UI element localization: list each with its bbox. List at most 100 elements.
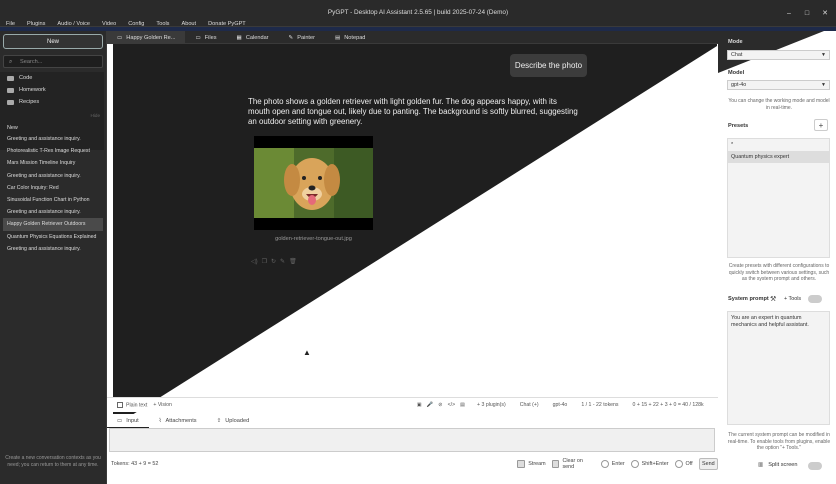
chat-output: Describe the photo The photo shows a gol… <box>113 44 717 427</box>
copy-icon[interactable]: ❐ <box>262 258 267 265</box>
mic-icon[interactable]: 🎤 <box>427 402 433 408</box>
folder-icon <box>7 87 14 93</box>
list-item[interactable]: Car Color Inquiry: Red <box>3 182 103 194</box>
context-sidebar: New ⌕ Search... Code Homework Recipes Hi… <box>0 31 107 484</box>
regenerate-icon[interactable]: ↻ <box>271 258 276 265</box>
minimize-icon[interactable]: – <box>784 8 794 18</box>
clear-on-send-checkbox[interactable]: Clear on send <box>551 458 595 470</box>
model-label: Model <box>728 70 745 76</box>
edit-icon[interactable]: ✎ <box>280 258 285 265</box>
tab-files[interactable]: ▭ Files <box>185 31 226 44</box>
camera-icon[interactable]: ▣ <box>417 402 422 408</box>
conversation-list: Greeting and assistance inquiry. Photore… <box>3 133 103 255</box>
menu-plugins[interactable]: Plugins <box>21 19 51 31</box>
menu-config[interactable]: Config <box>122 19 150 31</box>
shift-enter-radio[interactable]: Shift+Enter <box>630 460 669 468</box>
search-placeholder: Search... <box>20 58 43 65</box>
list-item[interactable]: Greeting and assistance inquiry. <box>3 206 103 218</box>
new-context-button[interactable]: New <box>3 34 103 49</box>
tab-uploaded[interactable]: ⇪ Uploaded <box>207 414 260 428</box>
settings-panel: Mode Chat ▼ Model gpt-4o ▼ You can change … <box>718 31 836 484</box>
maximize-icon[interactable]: □ <box>802 8 812 18</box>
brush-icon: ✎ <box>288 34 294 41</box>
add-preset-button[interactable]: + <box>814 119 828 131</box>
calendar-icon: ▦ <box>236 34 242 41</box>
stream-label: Stream <box>528 461 546 467</box>
list-item[interactable]: Greeting and assistance inquiry. <box>3 243 103 255</box>
menu-audio-voice[interactable]: Audio / Voice <box>51 19 96 31</box>
model-select[interactable]: gpt-4o ▼ <box>727 80 830 90</box>
image-icon[interactable]: ▤ <box>460 402 465 408</box>
context-search-input[interactable]: ⌕ Search... <box>3 55 103 68</box>
mode-select[interactable]: Chat ▼ <box>727 50 830 60</box>
split-screen-row: ▥ Split screen <box>758 462 798 468</box>
audio-off-icon[interactable]: ⊘ <box>438 402 442 408</box>
status-bar: Plain text + Vision ▣ 🎤 ⊘ </> ▤ + 3 plug… <box>107 397 718 412</box>
input-tab-bar: ▭ Input ⌇ Attachments ⇪ Uploaded <box>107 414 718 428</box>
title-bar: PyGPT - Desktop AI Assistant 2.5.65 | bu… <box>0 0 836 27</box>
folder-recipes[interactable]: Recipes <box>0 96 104 108</box>
list-item[interactable]: Photorealistic T-Rex Image Request <box>3 145 103 157</box>
tab-attachments[interactable]: ⌇ Attachments <box>149 414 207 428</box>
stream-checkbox[interactable]: Stream <box>517 460 546 468</box>
window-title: PyGPT - Desktop AI Assistant 2.5.65 | bu… <box>327 9 509 16</box>
shift-enter-label: Shift+Enter <box>641 461 669 467</box>
menu-video[interactable]: Video <box>96 19 122 31</box>
tab-input[interactable]: ▭ Input <box>107 414 149 428</box>
list-item-selected[interactable]: Happy Golden Retriever Outdoors <box>3 218 103 231</box>
split-screen-toggle[interactable] <box>808 462 822 470</box>
chevron-down-icon: ▼ <box>821 82 826 88</box>
system-prompt-hint: The current system prompt can be modifie… <box>727 432 831 451</box>
hide-label[interactable]: Hide <box>91 113 100 118</box>
golden-retriever-image[interactable] <box>254 136 373 230</box>
system-prompt-label: System prompt <box>728 296 769 302</box>
chat-icon: ▭ <box>117 34 123 41</box>
upload-icon: ⇪ <box>216 418 222 424</box>
tab-painter[interactable]: ✎ Painter <box>279 31 325 44</box>
list-item-selected[interactable]: Quantum physics expert <box>728 151 829 163</box>
list-item[interactable]: Quantum Physics Equations Explained <box>3 231 103 243</box>
tools-label: + Tools <box>784 296 802 302</box>
tab-label: Attachments <box>165 418 197 424</box>
list-item[interactable]: * <box>728 139 829 151</box>
model-indicator: gpt-4o <box>552 402 568 408</box>
checkbox-icon <box>517 460 526 468</box>
folder-homework[interactable]: Homework <box>0 84 104 96</box>
plain-text-checkbox[interactable]: Plain text <box>117 401 147 408</box>
tab-label: Notepad <box>344 34 366 41</box>
menu-about[interactable]: About <box>175 19 202 31</box>
enter-radio[interactable]: Enter <box>600 460 625 468</box>
menu-file[interactable]: File <box>0 19 21 31</box>
checkbox-icon <box>117 401 123 408</box>
tab-calendar[interactable]: ▦ Calendar <box>227 31 279 44</box>
clear-label: Clear on send <box>562 458 583 470</box>
off-radio[interactable]: Off <box>674 460 693 468</box>
menu-donate[interactable]: Donate PyGPT <box>202 19 252 31</box>
tools-toggle[interactable] <box>808 295 822 303</box>
delete-icon[interactable]: 🗑 <box>289 258 297 265</box>
list-item[interactable]: Sinusoidal Function Chart in Python <box>3 194 103 206</box>
system-prompt-input[interactable]: You are an expert in quantum mechanics a… <box>727 311 830 425</box>
paperclip-icon: ⌇ <box>158 418 162 424</box>
list-item[interactable]: Mars Mission Timeline Inquiry <box>3 157 103 169</box>
tab-bar: ▭ Happy Golden Re... ▭ Files ▦ Calendar ✎ Pa… <box>107 31 718 44</box>
tab-label: Happy Golden Re... <box>126 34 176 41</box>
menu-tools[interactable]: Tools <box>150 19 175 31</box>
chevron-down-icon: ▼ <box>821 52 826 58</box>
context-hint: Create a new conversation contexts as yo… <box>5 455 101 468</box>
list-item[interactable]: Greeting and assistance inquiry. <box>3 170 103 182</box>
vision-label: + Vision <box>153 402 172 408</box>
folder-code[interactable]: Code <box>0 72 104 84</box>
mode-indicator: Chat (+) <box>519 402 539 408</box>
model-value: gpt-4o <box>731 82 747 88</box>
tab-notepad[interactable]: ▤ Notepad <box>325 31 375 44</box>
code-icon[interactable]: </> <box>448 402 456 408</box>
tab-chat[interactable]: ▭ Happy Golden Re... <box>107 31 186 44</box>
list-item[interactable]: Greeting and assistance inquiry. <box>3 133 103 145</box>
send-options-bar: Tokens: 43 + 9 = 52 Stream Clear on send… <box>107 457 718 471</box>
send-button[interactable]: Send <box>698 458 718 470</box>
message-actions: ◁) ❐ ↻ ✎ 🗑 <box>251 258 297 265</box>
close-icon[interactable]: ✕ <box>820 8 830 18</box>
speaker-icon[interactable]: ◁) <box>251 258 258 265</box>
message-input[interactable] <box>109 428 715 452</box>
